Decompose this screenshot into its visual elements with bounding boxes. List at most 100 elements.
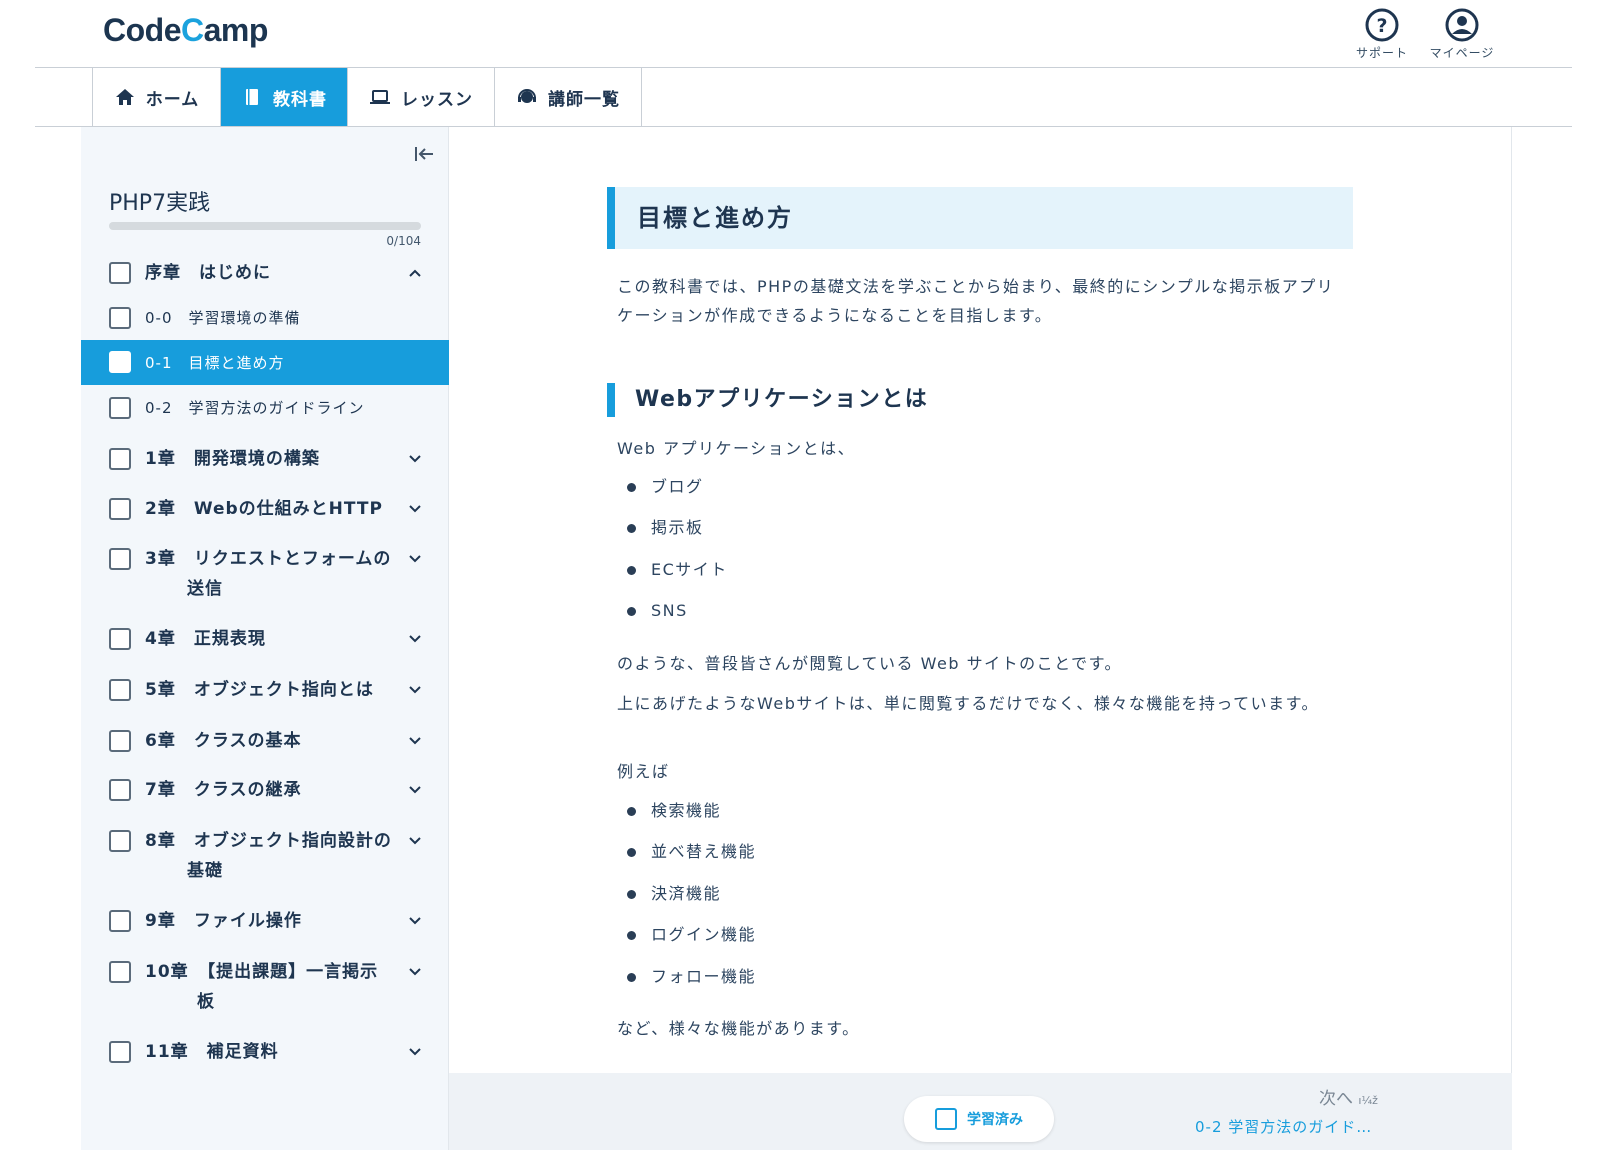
toc-checkbox[interactable]: [109, 628, 131, 650]
toc-chapter-11[interactable]: 11章 補足資料: [81, 1037, 449, 1067]
mypage-button[interactable]: マイページ: [1426, 8, 1498, 61]
toc-checkbox[interactable]: [109, 498, 131, 520]
toc-label-line1: 10章 【提出課題】一言掲示: [145, 962, 379, 982]
toc-chapter-9[interactable]: 9章 ファイル操作: [81, 906, 449, 936]
laptop-icon: [370, 90, 390, 104]
tab-instructors[interactable]: 講師一覧: [495, 68, 642, 126]
list-item: 決済機能: [627, 882, 721, 906]
toc-label: 0-0 学習環境の準備: [145, 309, 301, 327]
sidebar: PHP7実践 0/104 序章 はじめに 0-0 学習環境の準備 0-1 目標と…: [81, 127, 449, 1150]
toc-chapter-7[interactable]: 7章 クラスの継承: [81, 775, 449, 805]
chevron-down-icon[interactable]: [407, 682, 423, 698]
toc-label: 序章 はじめに: [145, 263, 271, 283]
complete-checkbox[interactable]: [935, 1108, 957, 1130]
tab-home[interactable]: ホーム: [93, 68, 221, 126]
tab-instructors-label: 講師一覧: [548, 89, 620, 110]
help-icon: ?: [1365, 8, 1399, 42]
mypage-label: マイページ: [1429, 46, 1495, 60]
toc-chapter-2[interactable]: 2章 Webの仕組みとHTTP: [81, 494, 449, 524]
toc-chapter-3[interactable]: 3章 リクエストとフォームの 送信: [81, 544, 449, 604]
tab-home-label: ホーム: [145, 89, 200, 110]
chevron-down-icon[interactable]: [407, 733, 423, 749]
toc-chapter-4[interactable]: 4章 正規表現: [81, 624, 449, 654]
codecamp-logo[interactable]: CodeCamp: [103, 12, 268, 49]
toc-label-line2: 板: [197, 992, 215, 1012]
support-button[interactable]: ? サポート: [1346, 8, 1418, 61]
toc-checkbox[interactable]: [109, 910, 131, 932]
toc-checkbox[interactable]: [109, 262, 131, 284]
tab-textbook-label: 教科書: [273, 89, 327, 110]
next-label: 次へ ı¼ž: [1319, 1089, 1378, 1109]
svg-text:?: ?: [1376, 15, 1387, 37]
support-label: サポート: [1355, 46, 1408, 60]
complete-label: 学習済み: [967, 1112, 1023, 1128]
list-item: 掲示板: [627, 516, 704, 540]
paragraph-3: 上にあげたようなWebサイトは、単に閲覧するだけでなく、様々な機能を持っています…: [617, 694, 1319, 713]
toc-checkbox[interactable]: [109, 448, 131, 470]
next-lesson-link[interactable]: 0-2 学習方法のガイド…: [1195, 1116, 1375, 1137]
mark-complete-button[interactable]: 学習済み: [904, 1096, 1054, 1142]
main-content: 目標と進め方 この教科書では、PHPの基礎文法を学ぶことから始まり、最終的にシン…: [449, 127, 1512, 1150]
toc-item-0-2[interactable]: 0-2 学習方法のガイドライン: [81, 393, 449, 423]
chevron-down-icon[interactable]: [407, 451, 423, 467]
paragraph-5: など、様々な機能があります。: [617, 1019, 860, 1038]
intro-paragraph: この教科書では、PHPの基礎文法を学ぶことから始まり、最終的にシンプルな掲示板ア…: [617, 277, 1335, 325]
toc-label: 1章 開発環境の構築: [145, 449, 320, 469]
chevron-down-icon[interactable]: [407, 913, 423, 929]
toc-label: 9章 ファイル操作: [145, 911, 302, 931]
tab-lesson[interactable]: レッスン: [348, 68, 495, 126]
toc-label: 8章 オブジェクト指向設計の 基礎: [145, 826, 405, 886]
toc-checkbox[interactable]: [109, 679, 131, 701]
toc-checkbox[interactable]: [109, 307, 131, 329]
course-title: PHP7実践: [109, 191, 211, 216]
list-item: SNS: [627, 599, 688, 623]
toc-checkbox[interactable]: [109, 351, 131, 373]
toc-label: 7章 クラスの継承: [145, 780, 302, 800]
list-item: 検索機能: [627, 799, 721, 823]
chevron-down-icon[interactable]: [407, 1044, 423, 1060]
toc-checkbox[interactable]: [109, 1041, 131, 1063]
book-icon: [246, 89, 258, 105]
toc-item-0-1[interactable]: 0-1 目標と進め方: [81, 340, 449, 385]
toc-label: 11章 補足資料: [145, 1042, 279, 1062]
chevron-down-icon[interactable]: [407, 964, 423, 980]
lesson-footer: 学習済み 次へ ı¼ž 0-2 学習方法のガイド…: [449, 1073, 1512, 1150]
user-icon: [1445, 8, 1479, 42]
paragraph-2: のような、普段皆さんが閲覧している Web サイトのことです。: [617, 654, 1122, 673]
list-item: 並べ替え機能: [627, 840, 756, 864]
toc-label-line1: 3章 リクエストとフォームの: [145, 549, 392, 569]
toc-chapter-10[interactable]: 10章 【提出課題】一言掲示 板: [81, 957, 449, 1017]
toc-checkbox[interactable]: [109, 961, 131, 983]
tab-textbook[interactable]: 教科書: [221, 68, 348, 126]
toc-checkbox[interactable]: [109, 779, 131, 801]
home-icon: [115, 89, 134, 105]
tab-lesson-label: レッスン: [401, 89, 473, 110]
chevron-down-icon[interactable]: [407, 631, 423, 647]
toc-chapter-6[interactable]: 6章 クラスの基本: [81, 726, 449, 756]
toc-chapter-8[interactable]: 8章 オブジェクト指向設計の 基礎: [81, 826, 449, 886]
paragraph-1: Web アプリケーションとは、: [617, 439, 856, 458]
toc-chapter-5[interactable]: 5章 オブジェクト指向とは: [81, 675, 449, 705]
collapse-sidebar-icon[interactable]: [411, 141, 437, 167]
toc-chapter-1[interactable]: 1章 開発環境の構築: [81, 444, 449, 474]
toc-label: 5章 オブジェクト指向とは: [145, 680, 374, 700]
toc-item-0-0[interactable]: 0-0 学習環境の準備: [81, 303, 449, 333]
chevron-down-icon[interactable]: [407, 551, 423, 567]
toc-label-line2: 基礎: [187, 861, 223, 881]
chevron-down-icon[interactable]: [407, 501, 423, 517]
toc-checkbox[interactable]: [109, 730, 131, 752]
toc-chapter-intro[interactable]: 序章 はじめに: [81, 258, 449, 288]
toc-label: 0-1 目標と進め方: [145, 354, 285, 372]
toc-checkbox[interactable]: [109, 830, 131, 852]
toc-label: 4章 正規表現: [145, 629, 266, 649]
paragraph-4: 例えば: [617, 762, 670, 781]
toc-checkbox[interactable]: [109, 548, 131, 570]
toc-checkbox[interactable]: [109, 397, 131, 419]
toc-label: 0-2 学習方法のガイドライン: [145, 399, 365, 417]
chevron-down-icon[interactable]: [407, 833, 423, 849]
chevron-up-icon[interactable]: [407, 265, 423, 281]
chevron-down-icon[interactable]: [407, 782, 423, 798]
list-item: ECサイト: [627, 558, 728, 582]
course-progress-text: 0/104: [386, 234, 421, 248]
page-title: 目標と進め方: [607, 187, 1353, 249]
